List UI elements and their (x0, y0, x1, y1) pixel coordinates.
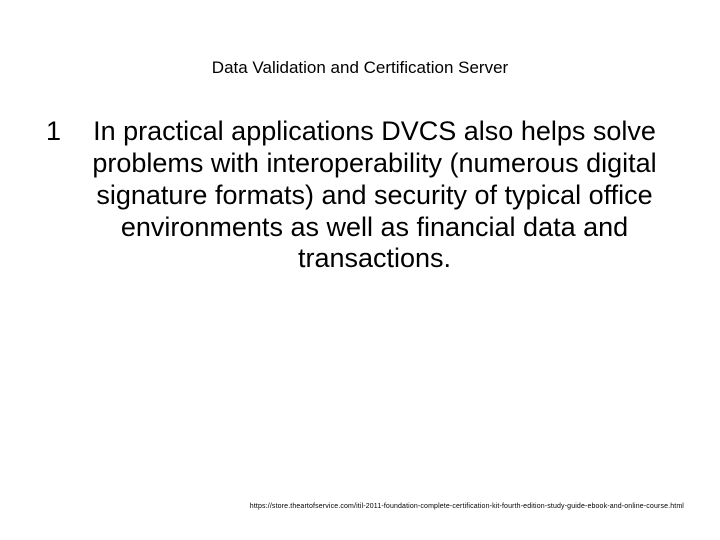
bullet-marker: 1 (46, 116, 61, 148)
body-text: In practical applications DVCS also help… (69, 116, 680, 275)
slide-title: Data Validation and Certification Server (40, 58, 680, 78)
body-block: 1 In practical applications DVCS also he… (40, 116, 680, 275)
slide: Data Validation and Certification Server… (0, 0, 720, 540)
footer-link[interactable]: https://store.theartofservice.com/itil-2… (250, 503, 684, 510)
